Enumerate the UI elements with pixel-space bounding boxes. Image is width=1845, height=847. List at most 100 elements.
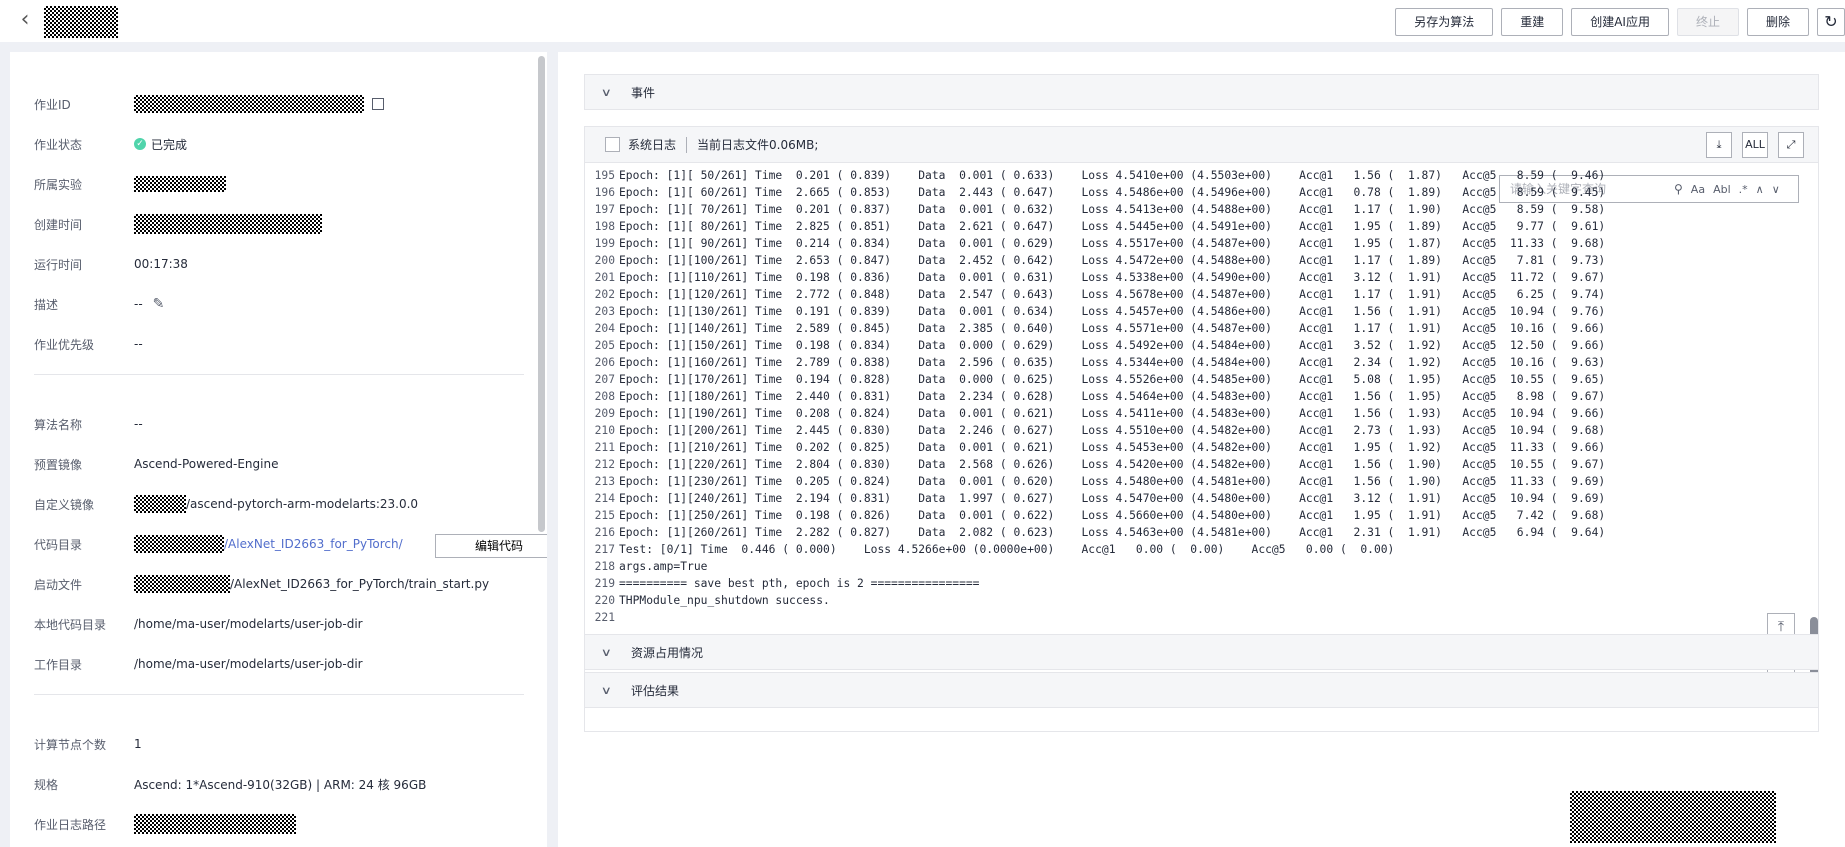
delete-button[interactable]: 删除 — [1746, 8, 1809, 36]
create-ai-app-button[interactable]: 创建AI应用 — [1571, 8, 1669, 36]
terminate-button[interactable]: 终止 — [1676, 8, 1739, 36]
divider — [34, 374, 524, 375]
evaluation-section-header[interactable]: ∨ 评估结果 — [584, 672, 1819, 708]
log-line-number: 197 — [594, 203, 615, 216]
log-line-number: 221 — [594, 611, 615, 624]
log-line-text: Epoch: [1][140/261] Time 2.589 ( 0.845) … — [619, 322, 1606, 335]
log-line: 195 Epoch: [1][ 50/261] Time 0.201 ( 0.83… — [589, 167, 1789, 184]
boot-file-value: /AlexNet_ID2663_for_PyTorch/train_start.… — [230, 577, 490, 591]
info-row-job-id: 作业ID — [34, 94, 534, 114]
custom-image-redacted — [134, 495, 186, 513]
log-line: 211 Epoch: [1][210/261] Time 0.202 ( 0.82… — [589, 439, 1789, 456]
log-line: 204 Epoch: [1][140/261] Time 2.589 ( 0.84… — [589, 320, 1789, 337]
info-row-priority: 作业优先级 -- — [34, 334, 534, 354]
info-row-custom-image: 自定义镜像 /ascend-pytorch-arm-modelarts:23.0… — [34, 494, 534, 514]
refresh-icon[interactable]: ↻ — [1817, 8, 1845, 36]
info-row-run-time: 运行时间 00:17:38 — [34, 254, 534, 274]
header-actions: 另存为算法 重建 创建AI应用 终止 删除 ↻ — [1395, 8, 1845, 36]
chevron-left-icon[interactable]: ‹ — [14, 8, 36, 34]
log-line: 215 Epoch: [1][250/261] Time 0.198 ( 0.82… — [589, 507, 1789, 524]
log-line-text: Epoch: [1][240/261] Time 2.194 ( 0.831) … — [619, 492, 1606, 505]
log-content: 195 Epoch: [1][ 50/261] Time 0.201 ( 0.83… — [589, 167, 1789, 626]
run-time-value: 00:17:38 — [134, 257, 188, 271]
expand-icon[interactable]: ⤢ — [1778, 132, 1804, 158]
log-line-text: Epoch: [1][120/261] Time 2.772 ( 0.848) … — [619, 288, 1606, 301]
info-row-node-count: 计算节点个数 1 — [34, 734, 534, 754]
log-line-number: 195 — [594, 169, 615, 182]
info-row-created-time: 创建时间 — [34, 214, 534, 234]
log-line-text: Epoch: [1][ 60/261] Time 2.665 ( 0.853) … — [619, 186, 1606, 199]
log-line-text: Epoch: [1][210/261] Time 0.202 ( 0.825) … — [619, 441, 1606, 454]
log-line: 202 Epoch: [1][120/261] Time 2.772 ( 0.84… — [589, 286, 1789, 303]
log-line-text: THPModule_npu_shutdown success. — [619, 594, 830, 607]
log-line-text: Epoch: [1][180/261] Time 2.440 ( 0.831) … — [619, 390, 1606, 403]
info-row-spec: 规格 Ascend: 1*Ascend-910(32GB) | ARM: 24 … — [34, 774, 534, 794]
log-path-label: 作业日志路径 — [34, 817, 107, 832]
log-line: 203 Epoch: [1][130/261] Time 0.191 ( 0.83… — [589, 303, 1789, 320]
log-line-number: 200 — [594, 254, 615, 267]
code-dir-link[interactable]: /AlexNet_ID2663_for_PyTorch/ — [224, 537, 403, 551]
copy-icon[interactable] — [372, 98, 384, 110]
log-line-number: 209 — [594, 407, 615, 420]
log-line-number: 202 — [594, 288, 615, 301]
events-title: 事件 — [631, 85, 656, 100]
info-row-local-code-dir: 本地代码目录 /home/ma-user/modelarts/user-job-… — [34, 614, 534, 634]
redacted-region — [1570, 791, 1776, 843]
log-line-text: Epoch: [1][250/261] Time 0.198 ( 0.826) … — [619, 509, 1606, 522]
job-id-value — [134, 95, 384, 113]
info-row-code-dir: 代码目录 /AlexNet_ID2663_for_PyTorch/ 编辑代码 — [34, 534, 547, 558]
local-code-dir-value: /home/ma-user/modelarts/user-job-dir — [134, 617, 363, 631]
save-as-algorithm-button[interactable]: 另存为算法 — [1395, 8, 1494, 36]
log-line-text: Epoch: [1][170/261] Time 0.194 ( 0.828) … — [619, 373, 1606, 386]
log-line-number: 216 — [594, 526, 615, 539]
log-line: 208 Epoch: [1][180/261] Time 2.440 ( 0.83… — [589, 388, 1789, 405]
info-row-algorithm: 算法名称 -- — [34, 414, 534, 434]
log-line-number: 220 — [594, 594, 615, 607]
log-line-text: Epoch: [1][230/261] Time 0.205 ( 0.824) … — [619, 475, 1606, 488]
experiment-label: 所属实验 — [34, 177, 83, 192]
pencil-icon[interactable]: ✎ — [153, 296, 165, 312]
log-line-text: Epoch: [1][220/261] Time 2.804 ( 0.830) … — [619, 458, 1606, 471]
log-line-text: Epoch: [1][100/261] Time 2.653 ( 0.847) … — [619, 254, 1606, 267]
code-dir-redacted — [134, 535, 224, 553]
log-line-number: 199 — [594, 237, 615, 250]
priority-value: -- — [134, 337, 143, 351]
all-button[interactable]: ALL — [1742, 132, 1768, 158]
priority-label: 作业优先级 — [34, 337, 95, 352]
left-panel-scrollbar[interactable] — [538, 56, 545, 532]
log-line-number: 201 — [594, 271, 615, 284]
log-line: 197 Epoch: [1][ 70/261] Time 0.201 ( 0.83… — [589, 201, 1789, 218]
info-row-work-dir: 工作目录 /home/ma-user/modelarts/user-job-di… — [34, 654, 534, 674]
log-line: 201 Epoch: [1][110/261] Time 0.198 ( 0.83… — [589, 269, 1789, 286]
log-line-text: Epoch: [1][260/261] Time 2.282 ( 0.827) … — [619, 526, 1606, 539]
custom-image-label: 自定义镜像 — [34, 497, 95, 512]
system-log-checkbox[interactable] — [605, 137, 620, 152]
work-dir-value: /home/ma-user/modelarts/user-job-dir — [134, 657, 363, 671]
download-icon[interactable]: ⤓ — [1706, 132, 1732, 158]
log-line: 218 args.amp=True — [589, 558, 1789, 575]
description-value: -- — [134, 297, 143, 311]
log-line-text: Epoch: [1][ 80/261] Time 2.825 ( 0.851) … — [619, 220, 1606, 233]
algorithm-name-value: -- — [134, 417, 143, 431]
custom-image-value: /ascend-pytorch-arm-modelarts:23.0.0 — [186, 497, 419, 511]
log-line-number: 208 — [594, 390, 615, 403]
description-label: 描述 — [34, 297, 59, 312]
check-circle-icon: ✓ — [134, 138, 146, 150]
resources-section-header[interactable]: ∨ 资源占用情况 — [584, 634, 1819, 670]
rebuild-button[interactable]: 重建 — [1501, 8, 1564, 36]
log-line-text: Test: [0/1] Time 0.446 ( 0.000) Loss 4.5… — [619, 543, 1395, 556]
log-line: 209 Epoch: [1][190/261] Time 0.208 ( 0.82… — [589, 405, 1789, 422]
resources-title: 资源占用情况 — [631, 645, 704, 660]
log-toolbar: 系统日志 当前日志文件0.06MB; ⤓ ALL ⤢ — [585, 127, 1818, 163]
log-line-text: Epoch: [1][110/261] Time 0.198 ( 0.836) … — [619, 271, 1606, 284]
log-line-number: 198 — [594, 220, 615, 233]
log-line: 220 THPModule_npu_shutdown success. — [589, 592, 1789, 609]
log-line: 214 Epoch: [1][240/261] Time 2.194 ( 0.83… — [589, 490, 1789, 507]
log-line-text: Epoch: [1][ 50/261] Time 0.201 ( 0.839) … — [619, 169, 1606, 182]
info-row-preset-image: 预置镜像 Ascend-Powered-Engine — [34, 454, 534, 474]
code-dir-label: 代码目录 — [34, 537, 83, 552]
events-section-header[interactable]: ∨ 事件 — [584, 74, 1819, 110]
edit-code-button[interactable]: 编辑代码 — [435, 534, 547, 558]
boot-file-redacted — [134, 575, 230, 593]
log-line-number: 206 — [594, 356, 615, 369]
